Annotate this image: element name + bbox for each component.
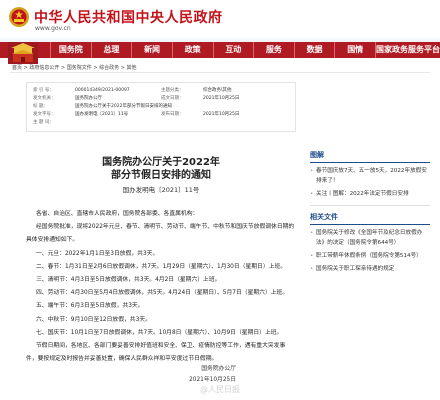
- meta-value: 2021年10月25日: [203, 112, 240, 117]
- sidebar-link[interactable]: 国务院关于修改《全国年节及纪念日放假办法》的决定（国务院令第644号）: [310, 228, 430, 248]
- national-emblem-icon[interactable]: [8, 6, 30, 28]
- nav-item-1[interactable]: 总理: [90, 42, 132, 58]
- nav-item-5[interactable]: 服务: [253, 42, 294, 58]
- document-paragraph: 二、春节：1月31日至2月6日放假调休，共7天。1月29日（星期六）、1月30日…: [36, 263, 287, 270]
- sidebar-link[interactable]: 职工带薪年休假条例（国务院令第514号）: [310, 251, 430, 261]
- meta-value: 国办发明电〔2021〕11号: [75, 112, 129, 117]
- meta-row: 主 题 词：: [33, 119, 289, 127]
- site-title[interactable]: 中华人民共和国中央人民政府: [34, 7, 223, 27]
- document-title-line2: 部分节假日安排的通知: [111, 170, 211, 181]
- meta-key: 发文字号：: [33, 112, 56, 117]
- sidebar-divider: [310, 205, 430, 206]
- meta-row: 索 引 号： 000014349/2021-00097 主题分类： 综合政务\其他: [33, 87, 289, 95]
- nav-item-4[interactable]: 互动: [212, 42, 254, 58]
- document-title: 国务院办公厅关于2022年 部分节假日安排的通知: [26, 156, 296, 182]
- sidebar-link[interactable]: 关注丨图解：2022年法定节假日安排: [310, 189, 430, 199]
- document-paragraph: 六、中秋节：9月10日至12日放假，共3天。: [36, 316, 151, 323]
- document-number: 国办发明电〔2021〕11号: [122, 186, 200, 194]
- meta-key: 主题分类：: [161, 88, 184, 93]
- document-body: 各省、自治区、直辖市人民政府，国务院各部委、各直属机构： 经国务院批准，现将202…: [26, 208, 296, 366]
- nav-item-2[interactable]: 新闻: [131, 42, 172, 58]
- nav-item-6[interactable]: 数据: [293, 42, 335, 58]
- document-title-line1: 国务院办公厅关于2022年: [102, 157, 220, 168]
- meta-key: 主 题 词：: [33, 120, 54, 125]
- nav-item-8[interactable]: 国家政务服务平台: [375, 42, 440, 58]
- document-paragraph: 一、元旦：2022年1月1日至3日放假，共3天。: [36, 250, 159, 257]
- main-nav: 国务院 总理 新闻 政策 互动 服务 数据 国情 国家政务服务平台: [0, 42, 440, 64]
- watermark: @人民日报: [200, 385, 240, 394]
- nav-item-7[interactable]: 国情: [334, 42, 375, 58]
- meta-key: 发文机关：: [33, 96, 56, 101]
- tiananmen-icon[interactable]: [8, 36, 38, 64]
- meta-value: 000014349/2021-00097: [75, 88, 130, 93]
- breadcrumb-divider: [10, 72, 430, 73]
- meta-row: 发文机关： 国务院办公厅 成文日期： 2021年10月25日: [33, 95, 289, 103]
- meta-value: 2021年10月25日: [203, 96, 240, 101]
- meta-value: [75, 119, 289, 127]
- meta-key: 索 引 号：: [33, 88, 54, 93]
- site-header: 中华人民共和国中央人民政府 www.gov.cn: [0, 0, 440, 36]
- sidebar-link[interactable]: 国务院关于职工探亲待遇的规定: [310, 264, 430, 274]
- document-paragraph: 各省、自治区、直辖市人民政府，国务院各部委、各直属机构：: [36, 211, 199, 217]
- nav-item-0[interactable]: 国务院: [50, 42, 91, 58]
- document-metadata-table: 索 引 号： 000014349/2021-00097 主题分类： 综合政务\其他发文…: [26, 82, 296, 132]
- document-paragraph: 经国务院批准，现将2022年元旦、春节、清明节、劳动节、端午节、中秋节和国庆节放…: [26, 224, 295, 244]
- meta-value: 国务院办公厅: [75, 96, 102, 101]
- sidebar-section-related-title: 相关文件: [310, 212, 430, 225]
- document-paragraph: 四、劳动节：4月30日至5月4日放假调休，共5天。4月24日（星期日）、5月7日…: [36, 290, 289, 297]
- meta-key: 发布日期：: [161, 112, 184, 117]
- sidebar-graphics-list: 春节国庆放7天、五一放5天，2022年放假安排来了！ 关注丨图解：2022年法定节…: [310, 166, 430, 199]
- sidebar-section-graphics-title: 图解: [310, 150, 430, 163]
- sidebar-link[interactable]: 春节国庆放7天、五一放5天，2022年放假安排来了！: [310, 166, 430, 186]
- meta-row: 发文字号： 国办发明电〔2021〕11号 发布日期： 2021年10月25日: [33, 111, 289, 119]
- document-paragraph: 三、清明节：4月3日至5日放假调休，共3天。4月2日（星期六）上班。: [36, 277, 221, 284]
- site-url: www.gov.cn: [35, 25, 71, 32]
- meta-value: 综合政务\其他: [203, 88, 232, 93]
- document-paragraph: 五、端午节：6月3日至5日放假，共3天。: [36, 303, 144, 310]
- document-main: 国务院办公厅关于2022年 部分节假日安排的通知 国办发明电〔2021〕11号 …: [26, 130, 296, 386]
- sidebar: 图解 春节国庆放7天、五一放5天，2022年放假安排来了！ 关注丨图解：2022年…: [310, 150, 430, 274]
- meta-key: 成文日期：: [161, 96, 184, 101]
- nav-item-3[interactable]: 政策: [171, 42, 213, 58]
- meta-key: 标 题：: [33, 104, 48, 109]
- meta-value: 国务院办公厅关于2022年部分节假日安排的通知: [75, 104, 172, 109]
- meta-row: 标 题： 国务院办公厅关于2022年部分节假日安排的通知: [33, 103, 289, 111]
- breadcrumb[interactable]: 首页 > 政府信息公开 > 国务院文件 > 综合政务 > 其他: [12, 64, 136, 71]
- document-paragraph: 节假日期间，各地区、各部门要妥善安排好值班和安全、保卫、疫情防控等工作，遇有重大…: [26, 343, 286, 363]
- nav-items: 国务院 总理 新闻 政策 互动 服务 数据 国情 国家政务服务平台: [50, 42, 440, 58]
- document-paragraph: 七、国庆节：10月1日至7日放假调休，共7天。10月8日（星期六）、10月9日（…: [36, 329, 283, 336]
- sidebar-related-list: 国务院关于修改《全国年节及纪念日放假办法》的决定（国务院令第644号） 职工带薪年…: [310, 228, 430, 274]
